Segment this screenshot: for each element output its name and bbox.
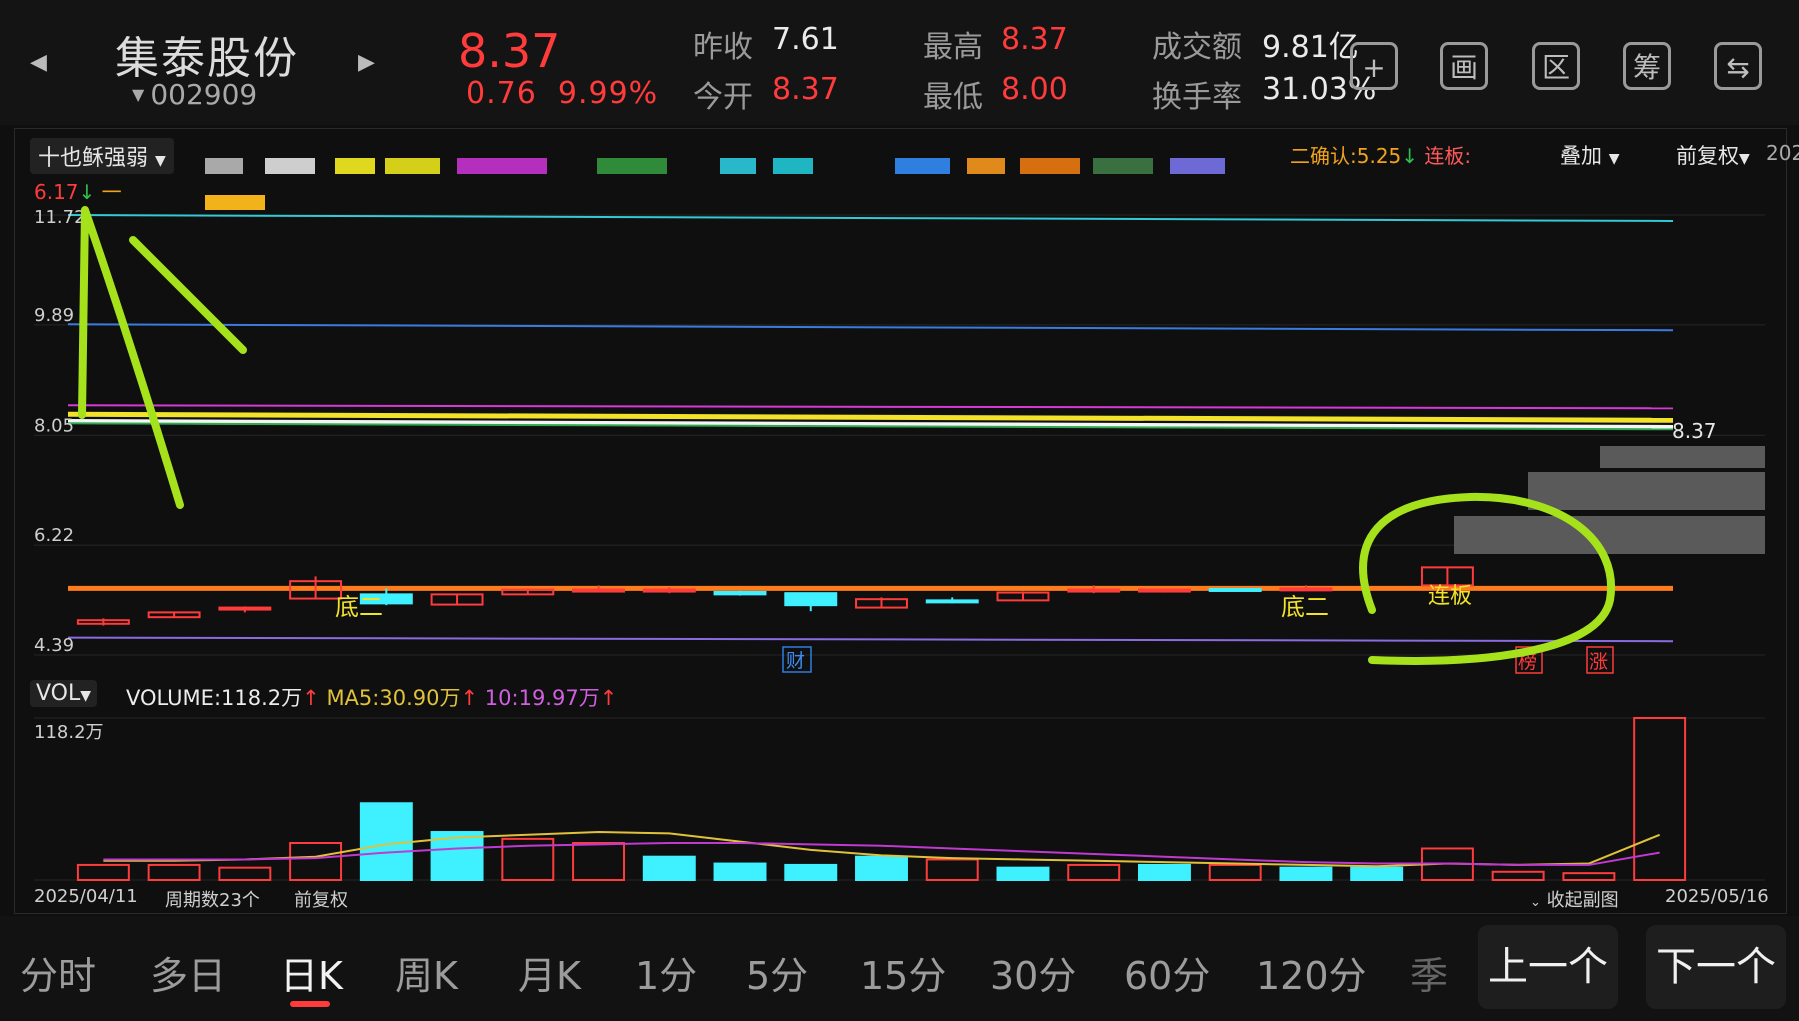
volume-bar xyxy=(218,866,272,882)
volume-top-label: 118.2万 xyxy=(34,722,104,743)
candle-body xyxy=(218,606,272,611)
volume-bar xyxy=(925,858,979,882)
tab-30min[interactable]: 30分 xyxy=(990,945,1076,1000)
candles xyxy=(76,566,1474,626)
candle-body xyxy=(784,592,838,607)
volume-bar xyxy=(289,841,343,882)
candle-body xyxy=(1279,587,1333,592)
level-line-purple xyxy=(67,636,1674,643)
volume-bar xyxy=(1279,866,1333,882)
y-tick-label: 6.22 xyxy=(34,525,74,546)
y-tick-label: 11.72 xyxy=(34,207,86,228)
annotation-lianban: 连板 xyxy=(1428,584,1472,609)
volume-bar xyxy=(1208,863,1262,881)
vol-label: VOL xyxy=(36,681,81,706)
volume-bar xyxy=(76,863,130,881)
volume-bar xyxy=(1137,863,1191,881)
up-arrow-icon: ↑ xyxy=(599,686,618,710)
collapse-subchart-button[interactable]: ⌄ 收起副图 xyxy=(1530,886,1619,912)
tab-1min[interactable]: 1分 xyxy=(635,945,697,1000)
annotation-bottom-two: 底二 xyxy=(335,593,383,621)
y-tick-label: 9.89 xyxy=(34,305,74,326)
last-price-label: 8.37 xyxy=(1672,419,1717,443)
volume-value: VOLUME:118.2万 xyxy=(126,686,303,710)
period-count: 周期数23个 xyxy=(165,890,260,911)
candle-body xyxy=(572,588,626,593)
level-line-magenta xyxy=(67,404,1674,410)
volume-indicator-selector[interactable]: VOL▼ xyxy=(30,680,98,707)
candle-body xyxy=(642,588,696,593)
volume-bar xyxy=(572,841,626,882)
level-line-cyan xyxy=(67,214,1674,223)
active-tab-indicator xyxy=(290,1001,330,1007)
level-line-yellow xyxy=(67,411,1674,423)
tab-120min[interactable]: 120分 xyxy=(1256,945,1367,1000)
tab-quarter[interactable]: 季 xyxy=(1410,945,1448,1000)
prev-stock-button[interactable]: 上一个 xyxy=(1478,925,1618,1009)
volume-readout: VOLUME:118.2万↑ MA5:30.90万↑ 10:19.97万↑ xyxy=(126,682,617,712)
tab-5min[interactable]: 5分 xyxy=(746,945,808,1000)
tab-intraday[interactable]: 分时 xyxy=(20,945,96,1000)
tab-60min[interactable]: 60分 xyxy=(1124,945,1210,1000)
annotation-zhang: 涨 xyxy=(1589,651,1608,673)
y-tick-label: 4.39 xyxy=(34,635,74,656)
date-start: 2025/04/11 xyxy=(34,886,138,907)
tab-15min[interactable]: 15分 xyxy=(860,945,946,1000)
next-stock-button[interactable]: 下一个 xyxy=(1646,925,1786,1009)
tab-weekly-k[interactable]: 周K xyxy=(395,945,458,1000)
annotation-cai: 财 xyxy=(786,650,805,672)
volume-bar xyxy=(784,863,838,881)
tab-monthly-k[interactable]: 月K xyxy=(518,945,581,1000)
volume-bar xyxy=(855,855,908,881)
candle-body xyxy=(1208,587,1262,592)
candle-body xyxy=(1137,588,1191,593)
chevron-down-icon: ⌄ xyxy=(1530,895,1541,910)
volume-bar xyxy=(1067,863,1121,881)
volume-bar xyxy=(1562,872,1616,882)
date-end: 2025/05/16 xyxy=(1665,886,1769,907)
candle-body xyxy=(1067,588,1121,593)
candle-body xyxy=(713,590,767,596)
volume-bar xyxy=(642,855,696,881)
volume-bar xyxy=(147,863,201,881)
volume-ma10: 10:19.97万 xyxy=(484,686,600,710)
candle-body xyxy=(925,599,979,604)
volume-bar xyxy=(713,862,767,881)
annotation-bottom-two: 底二 xyxy=(1281,593,1329,621)
tab-multiday[interactable]: 多日 xyxy=(150,945,226,1000)
volume-bar xyxy=(359,802,413,881)
dropdown-triangle-icon: ▼ xyxy=(80,688,92,704)
volume-bar xyxy=(1350,866,1404,882)
kline-chart[interactable]: 11.729.898.056.224.39 底二 底二 连板 财 榜 涨 8.3… xyxy=(0,0,1799,916)
y-tick-label: 8.05 xyxy=(34,415,74,436)
indicator-lines xyxy=(67,214,1674,643)
adjust-mode: 前复权 xyxy=(294,890,348,911)
volume-bar xyxy=(1491,870,1545,882)
volume-bar xyxy=(996,866,1050,882)
up-arrow-icon: ↑ xyxy=(302,686,320,710)
up-arrow-icon: ↑ xyxy=(460,686,479,710)
tab-daily-k[interactable]: 日K xyxy=(280,945,343,1000)
collapse-label: 收起副图 xyxy=(1546,890,1619,911)
volume-ma5: MA5:30.90万 xyxy=(326,686,461,710)
